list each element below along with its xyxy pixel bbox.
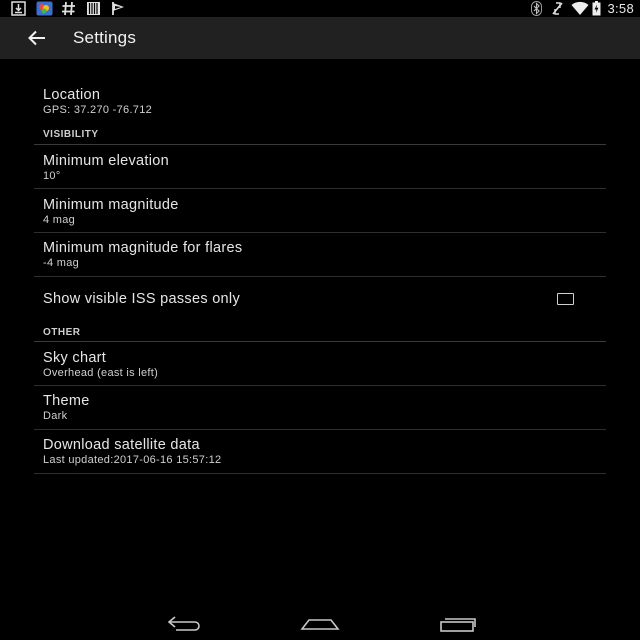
nav-home-icon [300, 619, 340, 630]
pref-title: Download satellite data [43, 437, 200, 453]
pref-title: Show visible ISS passes only [43, 291, 240, 307]
download-icon [11, 1, 26, 16]
pref-summary: -4 mag [43, 257, 80, 269]
pref-title: Theme [43, 393, 90, 409]
category-visibility: VISIBILITY [34, 119, 606, 145]
status-bar: 3:58 [0, 0, 640, 17]
pref-minimum-magnitude[interactable]: Minimum magnitude 4 mag [34, 189, 606, 233]
iss-visible-checkbox[interactable] [557, 293, 574, 305]
page-title: Settings [73, 28, 137, 47]
nav-recents-icon [440, 618, 476, 632]
nav-recents-button[interactable] [438, 612, 478, 634]
pref-title: Sky chart [43, 350, 107, 366]
bluetooth-icon [529, 1, 544, 16]
pref-iss-visible-only[interactable]: Show visible ISS passes only [34, 277, 606, 321]
pref-title: Minimum magnitude for flares [43, 240, 243, 256]
status-clock: 3:58 [607, 1, 634, 16]
settings-list: Location GPS: 37.270 -76.712 VISIBILITY … [34, 59, 606, 474]
hash-icon [61, 1, 76, 16]
nav-back-icon [167, 616, 200, 631]
flag-icon [111, 1, 126, 16]
pref-title: Minimum elevation [43, 153, 169, 169]
pref-title: Location [43, 87, 101, 103]
photos-app-icon [36, 1, 53, 16]
nav-back-button[interactable] [164, 612, 204, 634]
pref-download-satellite-data[interactable]: Download satellite data Last updated:201… [34, 430, 606, 474]
pref-summary: Last updated:2017-06-16 15:57:12 [43, 454, 222, 466]
category-other: OTHER [34, 321, 606, 342]
navigation-bar [0, 602, 640, 640]
pref-summary: 4 mag [43, 214, 76, 226]
notification-icons [11, 1, 136, 16]
pref-summary: Overhead (east is left) [43, 367, 159, 379]
barcode-icon [86, 1, 101, 16]
pref-minimum-magnitude-flares[interactable]: Minimum magnitude for flares -4 mag [34, 233, 606, 277]
vibrate-off-icon [550, 1, 565, 16]
pref-sky-chart[interactable]: Sky chart Overhead (east is left) [34, 342, 606, 386]
pref-summary: Dark [43, 410, 68, 422]
pref-summary: 10° [43, 170, 61, 182]
wifi-icon [571, 1, 589, 16]
back-button[interactable] [25, 26, 49, 50]
settings-screen: 3:58 Settings Location GPS: 37.270 -76.7… [0, 0, 640, 640]
battery-charging-icon [592, 1, 601, 16]
system-indicators: 3:58 [529, 0, 634, 17]
category-label: VISIBILITY [43, 129, 99, 140]
pref-title: Minimum magnitude [43, 197, 179, 213]
app-bar: Settings [0, 17, 640, 59]
arrow-back-icon [28, 30, 45, 46]
nav-home-button[interactable] [300, 612, 340, 634]
pref-minimum-elevation[interactable]: Minimum elevation 10° [34, 145, 606, 189]
category-label: OTHER [43, 327, 81, 338]
pref-theme[interactable]: Theme Dark [34, 386, 606, 430]
pref-summary: GPS: 37.270 -76.712 [43, 104, 153, 116]
pref-location[interactable]: Location GPS: 37.270 -76.712 [34, 59, 606, 119]
